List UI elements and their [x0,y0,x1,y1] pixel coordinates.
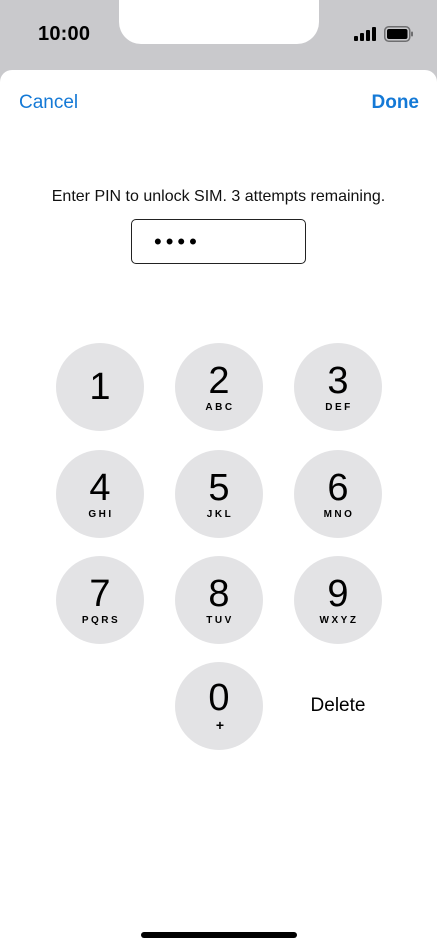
key-6[interactable]: 6 MNO [294,450,382,538]
key-7[interactable]: 7 PQRS [56,556,144,644]
key-3[interactable]: 3 DEF [294,343,382,431]
key-digit: 4 [89,466,111,509]
key-digit: 3 [327,359,349,402]
key-digit: 1 [89,366,111,408]
key-letters: + [215,717,225,733]
key-digit: 8 [208,572,230,615]
battery-icon [384,26,413,42]
key-letters: DEF [325,401,353,413]
sim-pin-sheet: Cancel Done Enter PIN to unlock SIM. 3 a… [0,70,437,948]
notch [119,0,319,44]
key-9[interactable]: 9 WXYZ [294,556,382,644]
pin-prompt: Enter PIN to unlock SIM. 3 attempts rema… [51,188,386,205]
key-digit: 6 [327,466,349,509]
key-letters: TUV [206,614,234,626]
key-digit: 0 [208,677,230,719]
status-time: 10:00 [38,23,91,45]
cancel-button[interactable]: Cancel [19,92,78,114]
key-2[interactable]: 2 ABC [175,343,263,431]
key-letters: GHI [88,508,114,520]
pin-input-value: •••• [154,228,201,254]
cellular-signal-icon [354,27,376,41]
key-5[interactable]: 5 JKL [175,450,263,538]
done-button[interactable]: Done [372,92,420,114]
home-indicator[interactable] [141,932,297,938]
key-1[interactable]: 1 [56,343,144,431]
delete-button[interactable]: Delete [294,662,382,750]
key-digit: 9 [327,572,349,615]
pin-input[interactable]: •••• [131,219,306,264]
key-digit: 5 [208,466,230,509]
key-0[interactable]: 0 + [175,662,263,750]
key-letters: PQRS [81,614,121,626]
key-8[interactable]: 8 TUV [175,556,263,644]
status-bar: 10:00 [0,0,437,70]
key-letters: JKL [206,508,234,520]
key-letters: MNO [323,508,355,520]
key-4[interactable]: 4 GHI [56,450,144,538]
key-letters: WXYZ [319,614,359,626]
key-letters: ABC [205,401,235,413]
key-digit: 7 [89,572,111,615]
key-digit: 2 [208,359,230,402]
